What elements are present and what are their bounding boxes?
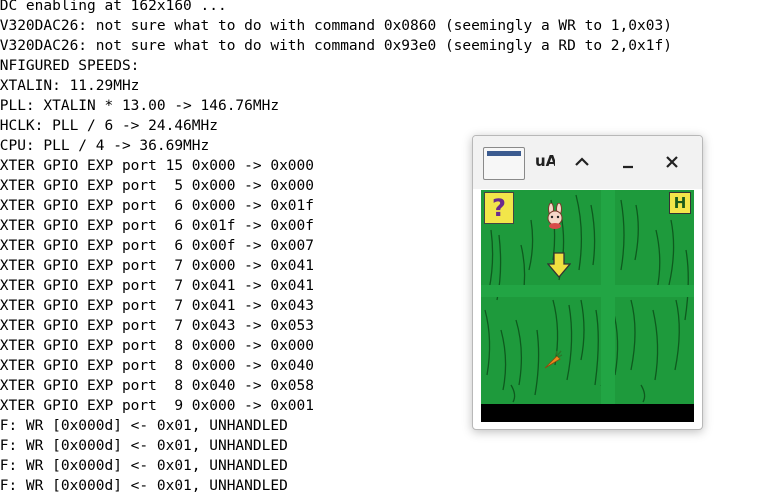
window-titlebar[interactable]: uA xyxy=(473,136,702,189)
shade-button[interactable] xyxy=(569,149,595,175)
help-button[interactable]: ? xyxy=(484,192,514,224)
terminal-line: HCLK: PLL / 6 -> 24.46MHz xyxy=(0,118,218,134)
game-bottom-bar xyxy=(481,404,694,422)
hint-button[interactable]: H xyxy=(669,192,691,214)
window-title: uA xyxy=(535,152,555,170)
terminal-line: XTALIN: 11.29MHz xyxy=(0,78,140,94)
chevron-up-icon xyxy=(575,157,589,166)
terminal-line: LV320DAC26: not sure what to do with com… xyxy=(0,38,672,54)
close-icon xyxy=(666,156,678,168)
terminal-line: CDC enabling at 162x160 ... xyxy=(0,0,227,14)
grass-field xyxy=(481,190,694,422)
rabbit-icon xyxy=(547,203,563,229)
terminal-line: PLL: XTALIN * 13.00 -> 146.76MHz xyxy=(0,98,280,114)
minimize-button[interactable] xyxy=(615,149,641,175)
game-screen[interactable]: ? H xyxy=(481,190,694,422)
terminal-line: ONFIGURED SPEEDS: xyxy=(0,58,140,74)
terminal-line: BF: WR [0x000d] <- 0x01, UNHANDLED xyxy=(0,438,288,454)
carrot-icon xyxy=(544,350,563,369)
minimize-icon xyxy=(623,165,633,169)
close-button[interactable] xyxy=(659,149,685,175)
down-arrow-icon xyxy=(547,252,571,278)
terminal-line: BF: WR [0x000d] <- 0x01, UNHANDLED xyxy=(0,458,288,474)
terminal-line: BF: WR [0x000d] <- 0x01, UNHANDLED xyxy=(0,478,288,494)
app-window-icon[interactable] xyxy=(483,147,525,180)
emulator-window[interactable]: uA xyxy=(472,135,703,430)
help-label: ? xyxy=(492,194,506,222)
terminal-line: LV320DAC26: not sure what to do with com… xyxy=(0,18,672,34)
